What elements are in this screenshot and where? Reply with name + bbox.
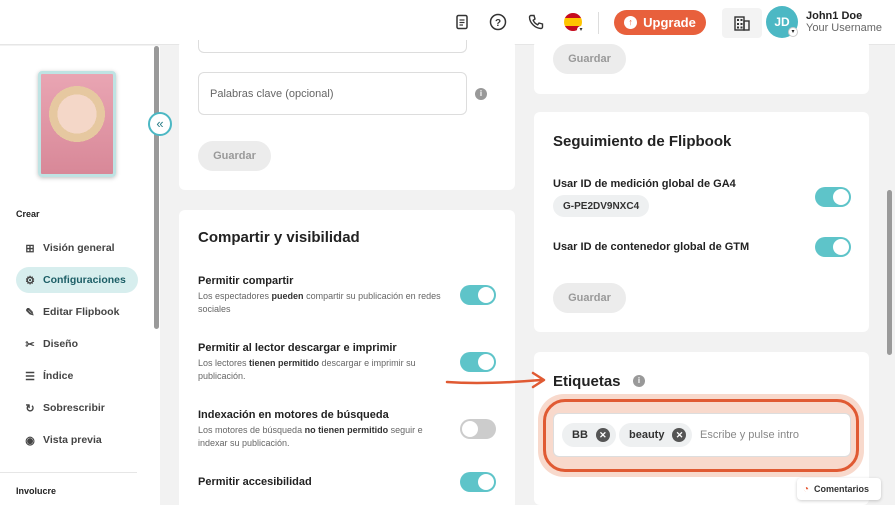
option-description: Los espectadores pueden compartir su pub… [198, 291, 441, 314]
sidebar-item-overview[interactable]: ⊞ Visión general [16, 235, 138, 261]
flipbook-cover-thumbnail [38, 71, 116, 177]
seo-input-previous[interactable] [198, 40, 467, 53]
gtm-label: Usar ID de contenedor global de GTM [553, 241, 750, 253]
top-header: ? ▾ ↑ Upgrade JD ▾ John1 Doe Your Userna… [0, 0, 895, 45]
gear-icon: ⚙ [25, 274, 35, 287]
collapse-sidebar-button[interactable]: « [148, 112, 172, 136]
refresh-icon: ↻ [25, 402, 35, 415]
svg-text:?: ? [495, 18, 501, 29]
keywords-input[interactable]: Palabras clave (opcional) [198, 72, 467, 115]
sidebar-item-preview[interactable]: ◉ Vista previa [16, 427, 138, 453]
option-description: Los lectores tienen permitido descargar … [198, 358, 416, 381]
main-scrollbar[interactable] [887, 190, 892, 355]
help-icon[interactable]: ? [488, 12, 508, 32]
chat-bubble-icon: ◔ [803, 483, 810, 495]
search-indexing-toggle[interactable] [460, 419, 496, 439]
option-title: Permitir al lector descargar e imprimir [198, 342, 397, 354]
allow-accessibility-toggle[interactable] [460, 472, 496, 492]
phone-icon[interactable] [526, 12, 546, 32]
seo-save-button[interactable]: Guardar [198, 141, 271, 171]
section-label-create: Crear [16, 209, 40, 219]
sidebar-scrollbar[interactable] [154, 46, 159, 329]
comments-button[interactable]: ◔ Comentarios [797, 478, 881, 500]
sidebar-item-edit-flipbook[interactable]: ✎ Editar Flipbook [16, 299, 138, 325]
previous-save-button[interactable]: Guardar [553, 44, 626, 74]
annotation-arrow-icon [445, 371, 546, 389]
tracking-title: Seguimiento de Flipbook [553, 133, 732, 150]
option-title: Indexación en motores de búsqueda [198, 409, 389, 421]
divider [0, 472, 137, 473]
tags-title: Etiquetas [553, 373, 621, 390]
list-icon: ☰ [25, 370, 35, 383]
section-label-involve: Involucre [16, 486, 57, 496]
info-icon[interactable]: i [475, 88, 487, 100]
gtm-toggle[interactable] [815, 237, 851, 257]
option-description: Los motores de búsqueda no tienen permit… [198, 425, 423, 448]
sidebar-item-design[interactable]: ✂ Diseño [16, 331, 138, 357]
divider [598, 12, 599, 34]
ga4-toggle[interactable] [815, 187, 851, 207]
sidebar-item-overwrite[interactable]: ↻ Sobrescribir [16, 395, 138, 421]
arrow-up-icon: ↑ [624, 16, 638, 29]
user-username: Your Username [806, 22, 883, 34]
building-icon[interactable] [722, 8, 762, 38]
grid-icon: ⊞ [25, 242, 35, 255]
sidebar-item-index[interactable]: ☰ Índice [16, 363, 138, 389]
sidebar-item-settings[interactable]: ⚙ Configuraciones [16, 267, 138, 293]
info-icon[interactable]: i [633, 375, 645, 387]
tracking-save-button[interactable]: Guardar [553, 283, 626, 313]
upgrade-button[interactable]: ↑ Upgrade [614, 10, 706, 35]
eye-icon: ◉ [25, 434, 35, 447]
annotation-ring [543, 399, 859, 472]
chevron-down-icon: ▾ [788, 27, 798, 37]
pencil-icon: ✎ [25, 306, 35, 319]
option-title: Permitir compartir [198, 275, 294, 287]
tools-icon: ✂ [25, 338, 35, 351]
allow-sharing-toggle[interactable] [460, 285, 496, 305]
double-chevron-left-icon: « [156, 116, 164, 131]
user-name: John1 Doe [806, 10, 863, 22]
ga4-label: Usar ID de medición global de GA4 [553, 178, 736, 190]
ga4-id-chip: G-PE2DV9NXC4 [553, 195, 650, 217]
chevron-down-icon: ▾ [577, 26, 585, 34]
option-title: Permitir accesibilidad [198, 476, 312, 488]
document-icon[interactable] [452, 12, 472, 32]
sharing-title: Compartir y visibilidad [198, 229, 360, 246]
